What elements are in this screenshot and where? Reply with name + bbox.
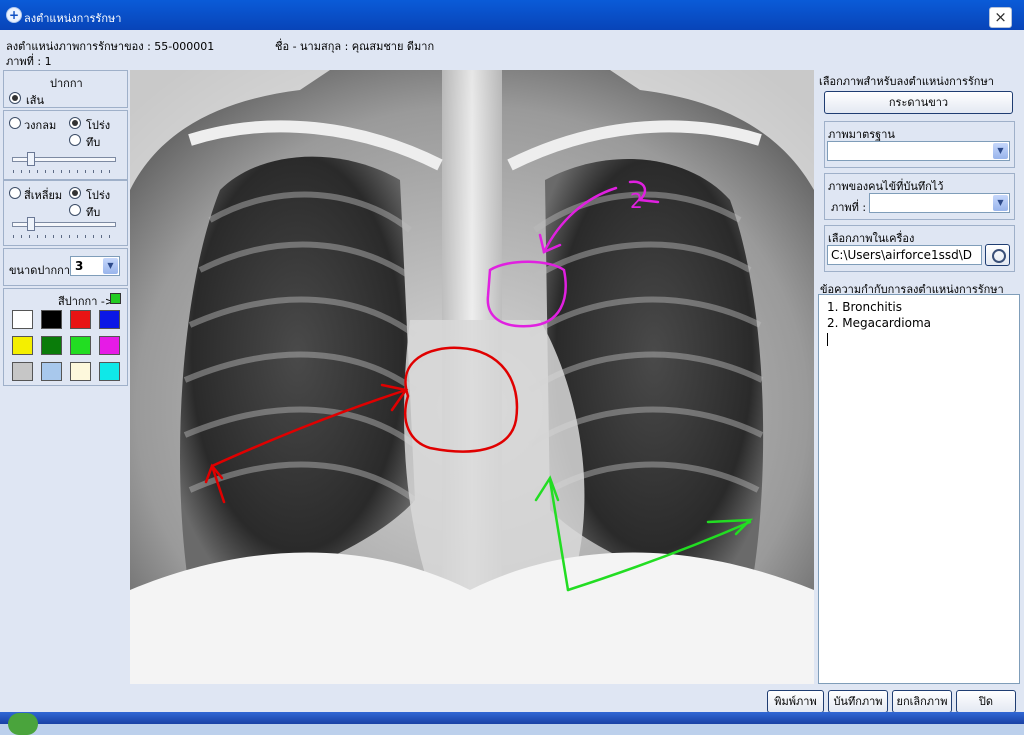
square-solid-label: ทึบ xyxy=(86,206,101,219)
color-swatch[interactable] xyxy=(12,362,33,381)
line-radio[interactable] xyxy=(9,92,21,104)
patient-saved-group: ภาพของคนไข้ที่บันทึกไว้ ภาพที่ : ▼ xyxy=(824,173,1015,220)
annotation-label-2: 2 xyxy=(630,189,643,213)
square-transparent-radio[interactable] xyxy=(69,187,81,199)
square-group: สี่เหลี่ยม โปร่ง ทึบ xyxy=(3,180,128,246)
square-slider-thumb[interactable] xyxy=(27,217,35,231)
color-swatch[interactable] xyxy=(70,310,91,329)
notes-textarea[interactable]: 1. Bronchitis 2. Megacardioma xyxy=(818,294,1020,684)
circle-transparent-label: โปร่ง xyxy=(86,119,111,132)
standard-image-group: ภาพมาตรฐาน ▼ xyxy=(824,121,1015,168)
image-number-label: ภาพที่ : 1 xyxy=(6,55,52,68)
image-select-panel: เลือกภาพสำหรับลงตำแหน่งการรักษา กระดานขา… xyxy=(817,70,1021,684)
close-button[interactable]: ปิด xyxy=(956,690,1016,713)
pen-color-group: สีปากกา -> xyxy=(3,288,128,386)
app-window: + ลงตำแหน่งการรักษา × ลงตำแหน่งภาพการรัก… xyxy=(0,0,1024,735)
pen-size-label: ขนาดปากกา xyxy=(9,264,71,277)
chevron-down-icon[interactable]: ▼ xyxy=(993,143,1008,159)
print-button[interactable]: พิมพ์ภาพ xyxy=(767,690,824,713)
circle-group: วงกลม โปร่ง ทึบ xyxy=(3,110,128,180)
patient-info-bar: ลงตำแหน่งภาพการรักษาของ : 55-000001 ชื่อ… xyxy=(0,30,1024,68)
pen-size-value: 3 xyxy=(75,259,84,273)
patient-name-label: ชื่อ - นามสกุล : คุณสมชาย ดีมาก xyxy=(275,40,435,53)
color-swatch[interactable] xyxy=(12,310,33,329)
pen-color-label: สีปากกา -> xyxy=(58,295,115,308)
start-button[interactable] xyxy=(8,713,38,735)
circle-transparent-radio[interactable] xyxy=(69,117,81,129)
pen-tools-panel: ปากกา เส้น วงกลม โปร่ง ทึบ สี่เหลี่ยม โป… xyxy=(3,70,128,684)
pen-type-group: ปากกา เส้น xyxy=(3,70,128,108)
local-path-value: C:\Users\airforce1ssd\D xyxy=(831,248,972,262)
chest-xray-image: 2 xyxy=(130,70,814,684)
local-path-input[interactable]: C:\Users\airforce1ssd\D xyxy=(827,245,982,265)
color-swatch[interactable] xyxy=(41,336,62,355)
saved-image-select[interactable]: ▼ xyxy=(869,193,1010,213)
color-swatch[interactable] xyxy=(41,310,62,329)
square-solid-radio[interactable] xyxy=(69,204,81,216)
plus-circle-icon: + xyxy=(6,7,22,23)
title-bar: + ลงตำแหน่งการรักษา × xyxy=(0,0,1024,30)
cancel-button[interactable]: ยกเลิกภาพ xyxy=(892,690,952,713)
color-swatch[interactable] xyxy=(41,362,62,381)
square-transparent-label: โปร่ง xyxy=(86,189,111,202)
color-swatch[interactable] xyxy=(12,336,33,355)
select-image-label: เลือกภาพสำหรับลงตำแหน่งการรักษา xyxy=(819,75,994,88)
color-swatch[interactable] xyxy=(70,336,91,355)
color-swatch[interactable] xyxy=(99,336,120,355)
chevron-down-icon[interactable]: ▼ xyxy=(993,195,1008,211)
window-title: ลงตำแหน่งการรักษา xyxy=(24,12,122,25)
circle-label: วงกลม xyxy=(24,119,57,132)
color-swatch[interactable] xyxy=(99,310,120,329)
save-button[interactable]: บันทึกภาพ xyxy=(828,690,888,713)
chevron-down-icon[interactable]: ▼ xyxy=(103,258,118,274)
browse-button[interactable] xyxy=(985,244,1010,266)
square-label: สี่เหลี่ยม xyxy=(24,189,63,202)
square-radio[interactable] xyxy=(9,187,21,199)
circle-slider-thumb[interactable] xyxy=(27,152,35,166)
whiteboard-button[interactable]: กระดานขาว xyxy=(824,91,1013,114)
circle-slider-ticks xyxy=(13,170,115,173)
pen-header: ปากกา xyxy=(50,77,83,90)
pen-size-select[interactable]: 3 ▼ xyxy=(70,256,120,276)
circle-solid-radio[interactable] xyxy=(69,134,81,146)
image-no-label: ภาพที่ : xyxy=(831,201,867,214)
circle-radio[interactable] xyxy=(9,117,21,129)
standard-image-select[interactable]: ▼ xyxy=(827,141,1010,161)
current-color-indicator xyxy=(110,293,121,304)
text-cursor xyxy=(827,333,828,346)
magnifier-icon xyxy=(992,249,1006,263)
color-swatch[interactable] xyxy=(70,362,91,381)
note-line: 2. Megacardioma xyxy=(827,316,931,330)
color-swatch[interactable] xyxy=(99,362,120,381)
note-line: 1. Bronchitis xyxy=(827,300,902,314)
close-window-button[interactable]: × xyxy=(989,7,1012,28)
pen-size-group: ขนาดปากกา 3 ▼ xyxy=(3,248,128,286)
square-slider-ticks xyxy=(13,235,115,238)
xray-canvas[interactable]: 2 xyxy=(130,70,814,684)
taskbar xyxy=(0,712,1024,735)
local-image-group: เลือกภาพในเครื่อง C:\Users\airforce1ssd\… xyxy=(824,225,1015,272)
line-label: เส้น xyxy=(26,94,44,107)
circle-solid-label: ทึบ xyxy=(86,136,101,149)
